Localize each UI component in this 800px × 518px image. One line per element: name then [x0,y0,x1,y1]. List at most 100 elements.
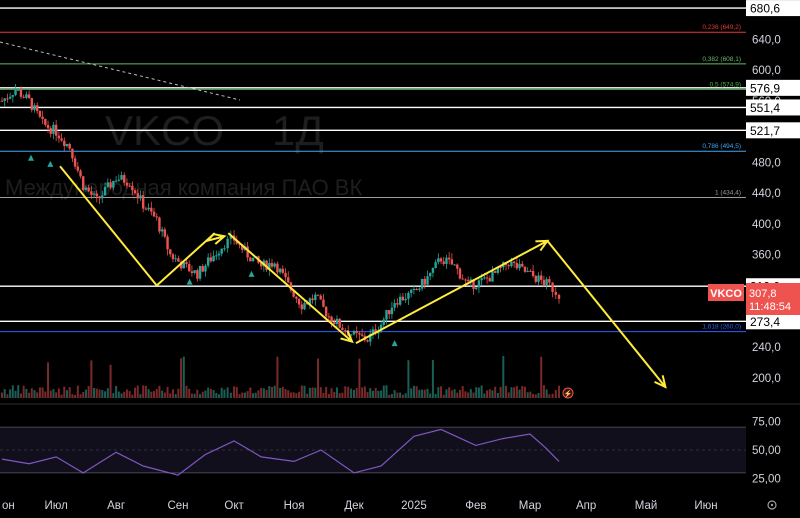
candle-body [141,195,145,209]
candle-body [38,111,42,117]
volume-bar [453,389,456,398]
candle-body [557,294,561,299]
volume-bar [163,392,166,398]
candle-body [8,96,12,99]
candle-body [319,295,322,300]
candle-body [112,180,115,188]
volume-bar [260,387,263,398]
candle-body [71,148,74,159]
candle-body [147,207,150,210]
candle-body [201,266,204,272]
volume-bar [68,387,71,398]
price-tick: 200,0 [752,373,781,385]
candle-body [226,238,229,249]
candle-body [531,270,535,276]
candle-body [131,185,134,191]
level-badge-label: 680,6 [750,2,780,16]
watermark-company: Международная компания ПАО ВК [5,175,362,200]
volume-bar [76,385,79,398]
candle-body [450,259,454,265]
volume-bar [252,393,255,398]
time-tick: Мар [519,500,542,512]
candle-body [423,278,426,285]
candle-body [150,207,153,212]
volume-bar [450,390,453,398]
candle-body [57,135,61,139]
candle-body [335,318,339,325]
volume-bar [38,387,41,398]
alert-icon[interactable]: ⚡ [562,387,574,399]
volume-bar [55,392,58,398]
volume-bar [505,385,508,398]
volume-bar [542,385,545,398]
volume-bar [472,392,475,398]
volume-bar [456,392,459,398]
volume-bar [327,394,330,398]
volume-bar [545,389,548,398]
volume-bar [311,387,314,398]
candle-body [415,289,418,291]
volume-bar [429,393,432,398]
volume-bar [71,394,74,398]
candle-body [322,299,325,307]
candle-body [63,140,66,147]
time-tick: Май [635,500,658,512]
price-tick: 440,0 [752,188,781,200]
volume-bar [270,387,273,398]
volume-bar [496,392,499,398]
volume-bar [287,390,290,398]
chart-canvas[interactable]: VKCO 1Д Международная компания ПАО ВК 0,… [0,0,800,518]
candle-body [510,261,513,267]
volume-bar [369,388,372,398]
volume-bar [480,385,483,398]
volume-bar [273,385,276,398]
candle-body [120,175,123,180]
volume-bar [134,387,137,398]
candle-body [160,229,164,232]
candle-body [316,294,320,296]
candle-body [60,138,63,141]
volume-bar [380,390,383,398]
volume-bar [551,393,554,398]
volume-bar [262,388,265,398]
volume-bar [529,391,532,398]
volume-bar [325,386,328,398]
rsi-tick: 50,00 [752,445,781,457]
volume-bar [30,388,33,398]
volume-bar [303,385,306,398]
candle-body [87,187,90,192]
volume-bar [488,389,491,398]
volume-bar [421,389,424,398]
candle-body [36,105,39,112]
candle-body [30,98,33,110]
level-badge-label: 576,9 [750,81,780,95]
volume-bar [95,388,98,398]
candle-body [152,211,156,217]
candle-body [429,272,432,277]
volume-bar [209,388,212,398]
rsi-tick: 25,00 [752,474,781,486]
candle-body [456,264,459,269]
volume-bar [174,394,177,398]
candle-body [76,166,80,171]
candle-body [133,190,137,194]
volume-bar [82,391,85,398]
volume-bar [344,386,347,398]
volume-bar [308,387,311,398]
volume-bar [412,385,415,398]
price-tick: 240,0 [752,342,781,354]
candle-body [84,187,88,190]
candle-body [480,278,483,281]
candle-body [418,288,421,290]
volume-bar [361,387,364,398]
volume-bar [238,394,241,398]
candle-body [284,272,287,278]
candle-body [98,196,101,199]
candle-body [276,263,279,273]
volume-bar [298,391,301,398]
volume-bar [120,393,123,398]
candle-body [401,296,405,301]
candle-body [117,179,121,181]
volume-bar [166,386,169,398]
volume-bar [350,388,353,398]
